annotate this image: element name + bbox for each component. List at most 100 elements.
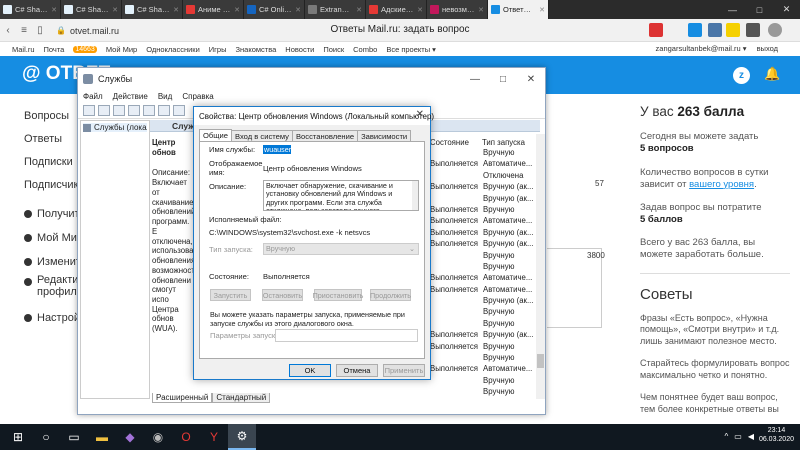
close-icon[interactable]: ✕: [356, 6, 362, 14]
browser-tab[interactable]: Ответы М ✕: [488, 0, 549, 19]
resume-button[interactable]: Продолжить: [370, 289, 411, 301]
ok-button[interactable]: OK: [289, 364, 331, 377]
portal-link[interactable]: Мой Мир: [106, 45, 137, 54]
portal-link[interactable]: Одноклассники: [146, 45, 200, 54]
table-row[interactable]: Вручную (ак...: [430, 194, 536, 205]
user-menu[interactable]: zangarsultanbek@mail.ru ▾: [656, 44, 747, 53]
cancel-button[interactable]: Отмена: [336, 364, 378, 377]
col-state[interactable]: Состояние: [430, 138, 482, 148]
services-app-icon[interactable]: ⚙: [228, 424, 256, 450]
browser-tab[interactable]: Extranet - S✕: [305, 0, 366, 19]
close-button[interactable]: ✕: [517, 68, 545, 90]
yandex-browser-icon[interactable]: Y: [200, 424, 228, 450]
scrollbar[interactable]: [412, 181, 418, 210]
level-link[interactable]: вашего уровня: [689, 179, 754, 190]
visual-studio-icon[interactable]: ◆: [116, 424, 144, 450]
table-row[interactable]: Выполняется Вручную (ак...: [430, 330, 536, 341]
table-row[interactable]: Выполняется Автоматиче...: [430, 364, 536, 375]
stop-button[interactable]: Остановить: [262, 289, 303, 301]
table-row[interactable]: Вручную: [430, 148, 536, 159]
scrollbar[interactable]: [536, 134, 545, 399]
tab-logon[interactable]: Вход в систему: [230, 130, 293, 141]
nav-profile[interactable]: Редакти профил: [24, 274, 84, 306]
browser-tab[interactable]: Аниме Мо ✕: [183, 0, 244, 19]
table-row[interactable]: Выполняется Автоматиче...: [430, 159, 536, 170]
close-icon[interactable]: ✕: [112, 6, 118, 14]
menu-action[interactable]: Действие: [113, 92, 148, 101]
table-row[interactable]: Вручную: [430, 376, 536, 387]
console-icon[interactable]: [113, 105, 125, 116]
volume-icon[interactable]: ◀: [748, 432, 754, 441]
table-row[interactable]: Выполняется Вручную: [430, 205, 536, 216]
extension-icon[interactable]: [726, 23, 740, 37]
nav-answers[interactable]: Ответы: [24, 127, 84, 150]
menu-file[interactable]: Файл: [83, 92, 103, 101]
browser-tab[interactable]: невозможн✕: [427, 0, 488, 19]
clock[interactable]: 23:14 06.03.2020: [759, 426, 794, 444]
search-icon[interactable]: ○: [32, 424, 60, 450]
portal-link[interactable]: Поиск: [323, 45, 344, 54]
portal-link[interactable]: Все проекты ▾: [386, 45, 436, 54]
portal-link[interactable]: Новости: [285, 45, 314, 54]
table-row[interactable]: Вручную: [430, 307, 536, 318]
browser-tab[interactable]: C# Sharp E✕: [61, 0, 122, 19]
table-row[interactable]: Вручную: [430, 387, 536, 398]
close-icon[interactable]: ✕: [173, 6, 179, 14]
close-button[interactable]: ✕: [773, 0, 800, 19]
display-name-value[interactable]: Центр обновления Windows: [263, 164, 362, 173]
opera-icon[interactable]: O: [172, 424, 200, 450]
extension-icon[interactable]: [746, 23, 760, 37]
table-row[interactable]: Выполняется Вручную (ак...: [430, 182, 536, 193]
tab-standard[interactable]: Стандартный: [212, 393, 271, 403]
nav-subscriptions[interactable]: Подписки: [24, 150, 84, 173]
network-icon[interactable]: ▭: [734, 432, 742, 441]
col-start-type[interactable]: Тип запуска: [482, 138, 534, 148]
refresh-icon[interactable]: [143, 105, 155, 116]
nav-my-world[interactable]: Мой Ми: [24, 226, 84, 250]
help-icon[interactable]: [173, 105, 185, 116]
tab-general[interactable]: Общие: [199, 129, 232, 141]
start-type-select[interactable]: Вручную ⌄: [263, 243, 419, 255]
maximize-button[interactable]: □: [489, 68, 517, 90]
task-view-icon[interactable]: ▭: [60, 424, 88, 450]
browser-tab[interactable]: Адские гол✕: [366, 0, 427, 19]
tab-recovery[interactable]: Восстановление: [291, 130, 359, 141]
close-icon[interactable]: ✕: [51, 6, 57, 14]
table-row[interactable]: Отключена: [430, 171, 536, 182]
table-row[interactable]: Выполняется Вручную: [430, 342, 536, 353]
close-icon[interactable]: ✕: [295, 6, 301, 14]
tab-dependencies[interactable]: Зависимости: [357, 130, 412, 141]
export-icon[interactable]: [158, 105, 170, 116]
nav-edit[interactable]: Изменит: [24, 250, 84, 274]
table-row[interactable]: Выполняется Автоматиче...: [430, 285, 536, 296]
table-row[interactable]: Вручную (ак...: [430, 296, 536, 307]
browser-tab[interactable]: C# Sharp E✕: [122, 0, 183, 19]
description-field[interactable]: Включает обнаружение, скачивание и устан…: [263, 180, 419, 211]
avatar[interactable]: z: [733, 67, 750, 84]
nav-get-points[interactable]: Получит: [24, 202, 84, 226]
apply-button[interactable]: Применить: [383, 364, 425, 377]
close-icon[interactable]: ✕: [478, 6, 484, 14]
chevron-up-icon[interactable]: ^: [725, 432, 729, 441]
download-icon[interactable]: [768, 23, 782, 37]
service-name-field[interactable]: wuauserv: [263, 145, 295, 154]
close-icon[interactable]: ✕: [539, 6, 545, 14]
steam-icon[interactable]: ◉: [144, 424, 172, 450]
close-icon[interactable]: ✕: [234, 6, 240, 14]
minimize-button[interactable]: —: [719, 0, 746, 19]
table-row[interactable]: Выполняется Автоматиче...: [430, 273, 536, 284]
table-row[interactable]: Вручную: [430, 319, 536, 330]
params-input[interactable]: [275, 329, 418, 342]
browser-tab[interactable]: C# Online C✕: [244, 0, 305, 19]
nav-settings[interactable]: Настрой: [24, 306, 84, 330]
tab-extended[interactable]: Расширенный: [152, 393, 213, 403]
portal-link[interactable]: Знакомства: [235, 45, 276, 54]
scroll-thumb[interactable]: [537, 354, 544, 368]
table-row[interactable]: Вручную: [430, 353, 536, 364]
pause-button[interactable]: Приостановить: [313, 289, 363, 301]
close-icon[interactable]: ✕: [417, 6, 423, 14]
table-row[interactable]: Выполняется Вручную (ак...: [430, 239, 536, 250]
nav-subscribers[interactable]: Подписчики: [24, 173, 85, 196]
start-button[interactable]: Запустить: [210, 289, 251, 301]
vk-icon[interactable]: [708, 23, 722, 37]
